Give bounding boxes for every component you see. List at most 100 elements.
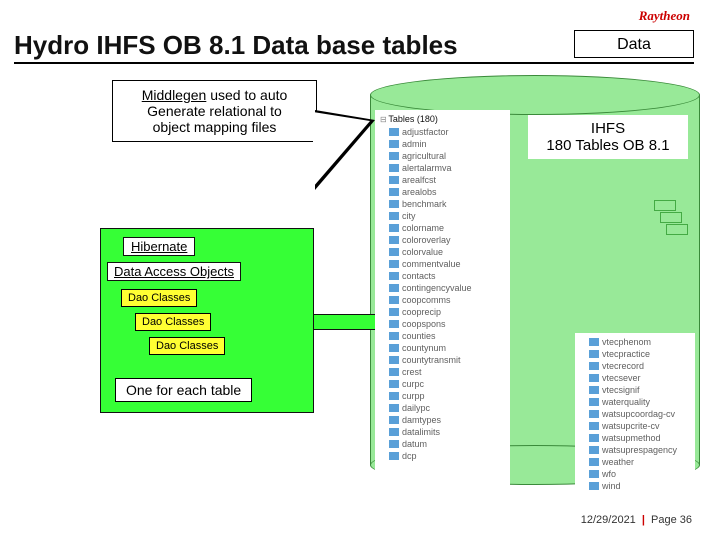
table-row: datum [377,438,508,450]
folder-icon [389,188,399,196]
table-row: alertalarmva [377,162,508,174]
folder-icon [589,434,599,442]
table-row: cooprecip [377,306,508,318]
table-row: commentvalue [377,258,508,270]
folder-icon [589,398,599,406]
folder-icon [389,224,399,232]
table-row: agricultural [377,150,508,162]
table-row: contingencyvalue [377,282,508,294]
folder-icon [389,296,399,304]
folder-icon [589,386,599,394]
table-row: wfo [577,468,693,480]
table-row: curpp [377,390,508,402]
dao-class-box: Dao Classes [149,337,225,355]
folder-icon [589,446,599,454]
folder-icon [389,404,399,412]
ihfs-line1: IHFS [530,120,686,137]
table-list-left: ⊟ Tables (180) adjustfactoradminagricult… [375,110,510,491]
table-list-right: vtecphenomvtecpracticevtecrecordvtecseve… [575,333,695,493]
footer-date: 12/29/2021 [581,514,636,526]
table-row: watsupcoordag-cv [577,408,693,420]
table-row: vtecphenom [577,336,693,348]
tool-name: Middlegen [142,87,207,103]
folder-icon [389,416,399,424]
dao-class-box: Dao Classes [135,313,211,331]
folder-icon [389,392,399,400]
folder-icon [389,260,399,268]
table-row: curpc [377,378,508,390]
folder-icon [589,422,599,430]
folder-icon [389,140,399,148]
database-cylinder: ⊟ Tables (180) adjustfactoradminagricult… [370,75,700,485]
folder-icon [589,350,599,358]
table-row: weather [577,456,693,468]
table-row: vtecrecord [577,360,693,372]
folder-icon [389,272,399,280]
folder-icon [389,344,399,352]
table-row: crest [377,366,508,378]
footer: 12/29/2021 | Page 36 [581,514,692,526]
folder-icon [389,284,399,292]
page-title: Hydro IHFS OB 8.1 Data base tables [14,30,458,61]
table-row: city [377,210,508,222]
table-row: watsuprespagency [577,444,693,456]
folder-icon [589,374,599,382]
folder-icon [589,410,599,418]
one-each-label: One for each table [115,378,252,402]
table-row: countynum [377,342,508,354]
table-row: arealfcst [377,174,508,186]
folder-icon [389,320,399,328]
table-row: damtypes [377,414,508,426]
folder-icon [389,176,399,184]
folder-icon [389,332,399,340]
table-row: watsupcrite-cv [577,420,693,432]
table-row: arealobs [377,186,508,198]
folder-icon [389,368,399,376]
brand-logo: Raytheon [639,8,690,24]
folder-icon [589,470,599,478]
folder-icon [589,458,599,466]
table-row: adjustfactor [377,126,508,138]
table-row: datalimits [377,426,508,438]
hibernate-label: Hibernate [123,237,195,256]
table-row: colorvalue [377,246,508,258]
folder-icon [389,200,399,208]
folder-icon [389,452,399,460]
folder-icon [589,482,599,490]
folder-icon [389,428,399,436]
dao-module: Hibernate Data Access Objects Dao Classe… [100,228,314,413]
table-row: vtecpractice [577,348,693,360]
folder-icon [589,338,599,346]
table-row: waterquality [577,396,693,408]
data-button[interactable]: Data [574,30,694,58]
folder-icon [589,362,599,370]
folder-icon [389,440,399,448]
folder-icon [389,308,399,316]
folder-icon [389,248,399,256]
ihfs-line2: 180 Tables OB 8.1 [530,137,686,154]
folder-icon [389,212,399,220]
table-row: coopspons [377,318,508,330]
title-underline [14,62,694,64]
tables-header: Tables (180) [388,114,438,124]
table-row: contacts [377,270,508,282]
table-row: vtecsever [577,372,693,384]
table-row: coopcomms [377,294,508,306]
folder-icon [389,236,399,244]
footer-page: Page 36 [651,514,692,526]
table-row: colorname [377,222,508,234]
table-row: dailypc [377,402,508,414]
dao-label: Data Access Objects [107,262,241,281]
folder-icon [389,164,399,172]
table-row: benchmark [377,198,508,210]
folder-icon [389,128,399,136]
table-row: coloroverlay [377,234,508,246]
table-row: admin [377,138,508,150]
table-row: yunique [577,492,693,493]
folder-icon [389,380,399,388]
table-row: countytransmit [377,354,508,366]
table-row: vtecsignif [577,384,693,396]
middlegen-callout: Middlegen used to auto Generate relation… [112,80,317,142]
folder-icon [389,356,399,364]
ihfs-label: IHFS 180 Tables OB 8.1 [528,115,688,159]
